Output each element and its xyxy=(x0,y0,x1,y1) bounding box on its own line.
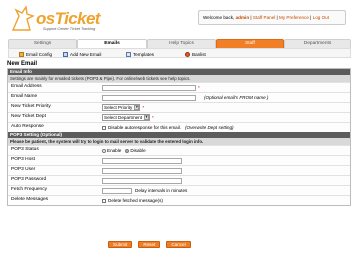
row-auto-response: Auto Response Disable autoresponse for t… xyxy=(8,122,350,132)
subnav-banlist-label: Banlist xyxy=(192,51,206,57)
tab-emails[interactable]: Emails xyxy=(77,39,147,48)
row-pop3-password: POP3 Password xyxy=(8,175,350,185)
delete-messages-option: Delete fetched message(s) xyxy=(108,198,163,203)
subnav-add-new-email[interactable]: Add New Email xyxy=(63,51,101,57)
tab-settings[interactable]: Settings xyxy=(8,39,77,48)
logo-text: osTicket xyxy=(36,9,100,28)
priority-select[interactable]: Select Priority ▾ xyxy=(102,104,141,111)
pop3-host-input[interactable] xyxy=(102,157,182,164)
pop3-enable-radio[interactable] xyxy=(102,148,106,153)
pop3-disable-radio[interactable] xyxy=(125,148,130,153)
dept-required: * xyxy=(152,115,154,120)
auto-response-label: Auto Response xyxy=(11,124,44,129)
staff-panel-link[interactable]: Staff Panel xyxy=(253,15,275,20)
pop3-status-label: POP3 Status xyxy=(11,147,39,152)
priority-required: * xyxy=(142,105,145,110)
email-address-required: * xyxy=(198,85,200,90)
pop3-host-label: POP3 Host xyxy=(11,157,35,162)
dept-select[interactable]: Select Department ▾ xyxy=(102,114,151,121)
priority-select-value: Select Priority xyxy=(104,105,133,110)
logo[interactable]: osTicket Support Center Ticket Tracking xyxy=(10,4,100,34)
banlist-icon xyxy=(185,51,190,57)
page-title: New Email xyxy=(7,61,38,67)
fetch-frequency-label: Fetch Frequency xyxy=(11,187,47,192)
tab-staff[interactable]: Staff xyxy=(216,39,284,48)
welcome-prefix: Welcome back, xyxy=(203,15,235,20)
row-email-address: Email Address * xyxy=(8,82,350,92)
pop3-disable-label: Disable xyxy=(130,148,146,153)
row-dept: New Ticket Dept Select Department ▾ * xyxy=(8,112,350,122)
main-tabs: Settings Emails Help Topics Staff Depart… xyxy=(8,39,351,48)
page: osTicket Support Center Ticket Tracking … xyxy=(0,0,359,280)
templates-icon xyxy=(126,51,131,57)
email-config-icon xyxy=(19,51,24,57)
subnav-templates[interactable]: Templates xyxy=(126,51,154,57)
priority-label: New Ticket Priority xyxy=(11,104,51,109)
email-address-label: Email Address xyxy=(11,84,42,89)
submit-button[interactable]: Submit xyxy=(108,241,133,248)
row-pop3-host: POP3 Host xyxy=(8,155,350,165)
log-out-link[interactable]: Log Out xyxy=(313,15,329,20)
pop3-enable-label: Enable xyxy=(107,148,122,153)
subnav-templates-label: Templates xyxy=(133,51,154,57)
dept-label: New Ticket Dept xyxy=(11,114,46,119)
delete-messages-label: Delete Messages xyxy=(11,197,49,202)
tab-help-topics[interactable]: Help Topics xyxy=(147,39,216,48)
tab-departments[interactable]: Departments xyxy=(284,39,351,48)
subnav-add-new-email-label: Add New Email xyxy=(70,51,102,57)
row-priority: New Ticket Priority Select Priority ▾ * xyxy=(8,102,350,112)
email-info-note: Settings are mainly for emailed tickets … xyxy=(8,75,350,82)
row-email-name: Email Name (Optional email's FROM name ) xyxy=(8,92,350,102)
cancel-button[interactable]: Cancel xyxy=(166,241,191,248)
pop3-note: Please be patient, the system will try t… xyxy=(8,138,350,145)
email-name-input[interactable] xyxy=(102,94,196,101)
fetch-frequency-note: Delay intervals in minutes xyxy=(135,188,188,193)
welcome-box: Welcome back, admin | Staff Panel | My P… xyxy=(198,10,346,25)
priority-dropdown-icon: ▾ xyxy=(134,105,140,110)
pop3-user-label: POP3 User xyxy=(11,167,36,172)
logo-tagline: Support Center Ticket Tracking xyxy=(43,27,96,31)
subnav-banlist[interactable]: Banlist xyxy=(185,51,206,57)
subnav-email-config[interactable]: Email Config xyxy=(19,51,52,57)
sub-navigation: Email Config Add New Email Templates Ban… xyxy=(8,48,351,58)
dept-select-value: Select Department xyxy=(104,115,143,120)
row-fetch-frequency: Fetch Frequency Delay intervals in minut… xyxy=(8,185,350,195)
reset-button[interactable]: Reset xyxy=(138,241,161,248)
email-address-input[interactable] xyxy=(102,84,196,91)
row-delete-messages: Delete Messages Delete fetched message(s… xyxy=(8,195,350,205)
form-buttons: Submit Reset Cancel xyxy=(108,241,191,248)
auto-response-checkbox[interactable] xyxy=(102,125,106,130)
new-email-form: Email Info Settings are mainly for email… xyxy=(7,68,351,206)
auto-response-note: (Overwrite Dept setting) xyxy=(185,125,234,130)
welcome-user: admin xyxy=(235,15,250,20)
email-name-note: (Optional email's FROM name ) xyxy=(204,95,269,100)
pop3-password-label: POP3 Password xyxy=(11,177,47,182)
pop3-user-input[interactable] xyxy=(102,167,182,174)
row-pop3-user: POP3 User xyxy=(8,165,350,175)
fetch-frequency-input[interactable] xyxy=(102,187,132,194)
pop3-password-input[interactable] xyxy=(102,177,182,184)
row-pop3-status: POP3 Status Enable Disable xyxy=(8,145,350,155)
logo-mark-icon xyxy=(11,5,35,31)
my-preference-link[interactable]: My Preference xyxy=(279,15,309,20)
delete-messages-checkbox[interactable] xyxy=(102,198,106,203)
dept-dropdown-icon: ▾ xyxy=(144,115,150,120)
add-email-icon xyxy=(63,51,68,57)
subnav-email-config-label: Email Config xyxy=(26,51,53,57)
auto-response-option: Disable autoresponse for this email. xyxy=(108,125,182,130)
email-name-label: Email Name xyxy=(11,94,38,99)
